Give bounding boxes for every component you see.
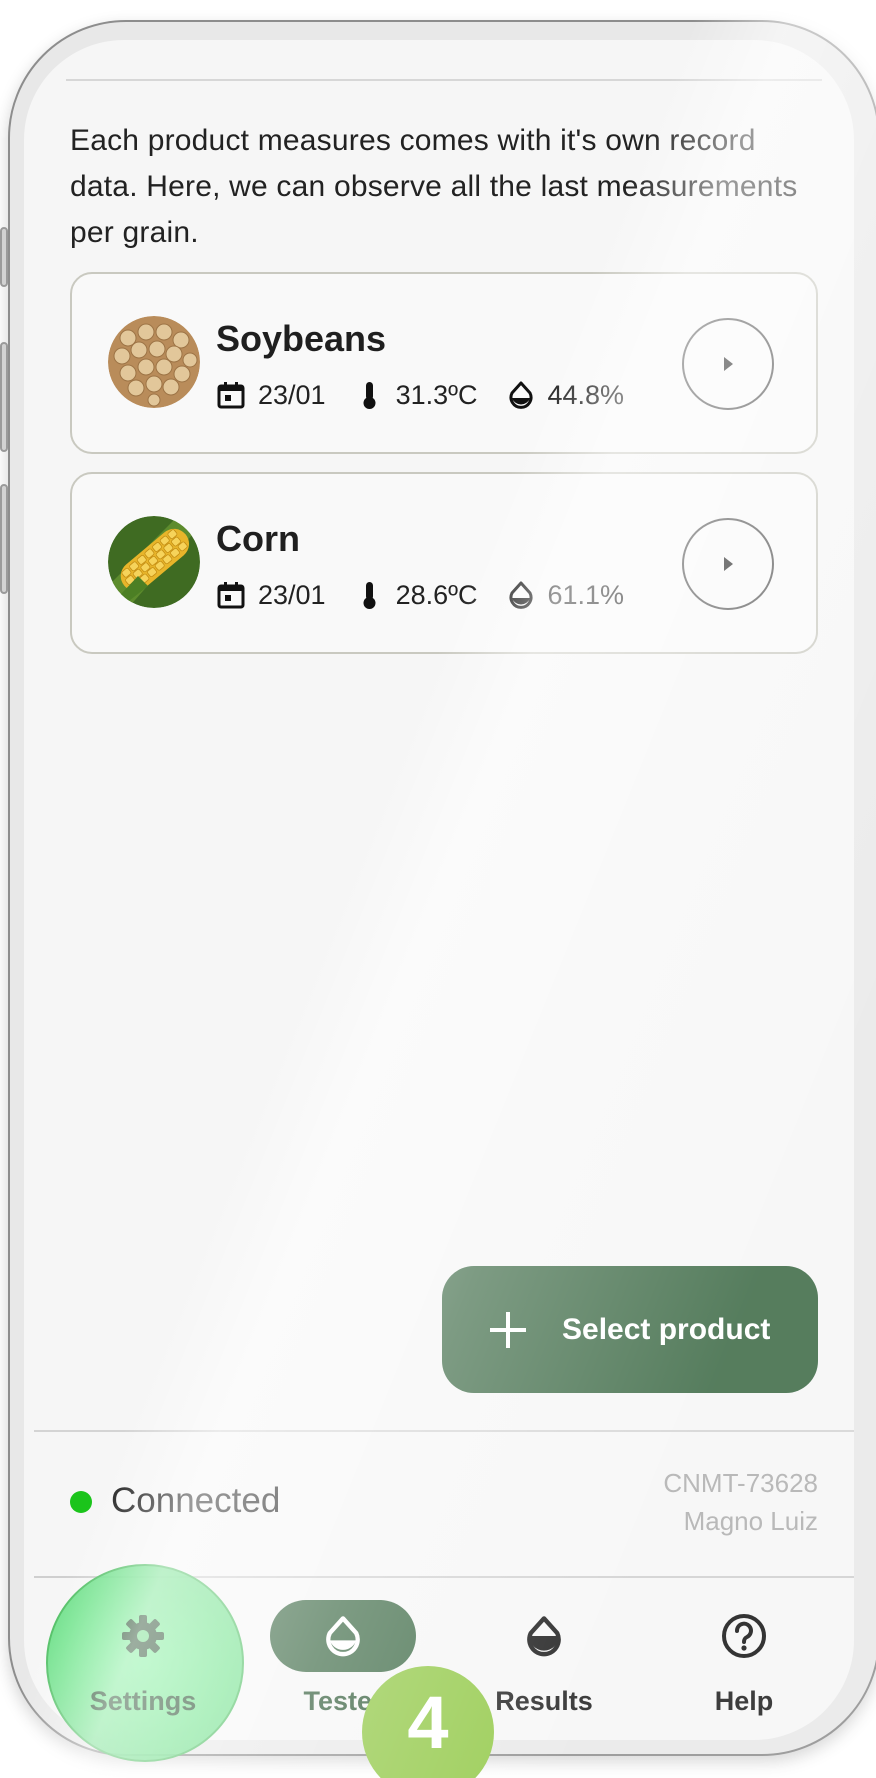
open-product-button[interactable] xyxy=(682,318,774,410)
date-group: 23/01 xyxy=(216,580,326,611)
product-card-soybeans[interactable]: Soybeans 23/01 31.3ºC 44.8% xyxy=(70,272,818,454)
date-group: 23/01 xyxy=(216,380,326,411)
device-id: CNMT-73628 xyxy=(663,1468,818,1498)
screen: Each product measures comes with it's ow… xyxy=(0,0,876,1778)
nav-icon-container xyxy=(671,1600,817,1672)
divider xyxy=(34,1430,854,1432)
thermometer-icon xyxy=(363,582,376,609)
product-name: Corn xyxy=(216,518,300,559)
help-circle-icon xyxy=(722,1614,766,1658)
soybeans-photo xyxy=(108,316,200,408)
drop-icon xyxy=(509,581,532,609)
drop-filled-icon xyxy=(527,1616,561,1657)
drop-icon xyxy=(509,381,532,409)
product-meta: 23/01 28.6ºC 61.1% xyxy=(216,578,652,612)
play-arrow-icon xyxy=(724,357,733,371)
moisture-text: 44.8% xyxy=(547,379,625,410)
calendar-icon xyxy=(217,382,245,409)
moisture-group: 61.1% xyxy=(506,579,625,611)
side-button xyxy=(0,342,8,452)
connection-status-text: Connected xyxy=(111,1481,281,1520)
select-product-label: Select product xyxy=(562,1312,771,1346)
date-text: 23/01 xyxy=(258,579,326,610)
side-button xyxy=(0,227,8,287)
nav-help[interactable]: Help xyxy=(654,1600,834,1740)
open-product-button[interactable] xyxy=(682,518,774,610)
nav-settings[interactable]: Settings xyxy=(53,1600,233,1740)
connection-status-dot xyxy=(70,1491,92,1513)
tutorial-step-number: 4 xyxy=(407,1681,449,1764)
product-card-corn[interactable]: Corn 23/01 28.6ºC 61.1% xyxy=(70,472,818,654)
product-name: Soybeans xyxy=(216,318,387,359)
temperature-text: 28.6ºC xyxy=(395,579,478,610)
thermometer-icon xyxy=(363,382,376,409)
temperature-group: 28.6ºC xyxy=(354,580,478,611)
nav-icon-container xyxy=(70,1600,216,1672)
play-arrow-icon xyxy=(724,557,733,571)
intro-text: Each product measures comes with it's ow… xyxy=(70,124,798,249)
calendar-icon xyxy=(217,582,245,609)
date-text: 23/01 xyxy=(258,379,326,410)
moisture-group: 44.8% xyxy=(506,379,625,411)
temperature-text: 31.3ºC xyxy=(395,379,478,410)
select-product-button[interactable]: Select product xyxy=(442,1266,818,1393)
divider xyxy=(66,79,822,81)
nav-icon-container xyxy=(270,1600,416,1672)
user-name: Magno Luiz xyxy=(683,1506,818,1536)
plus-icon xyxy=(490,1311,526,1348)
moisture-text: 61.1% xyxy=(547,579,625,610)
nav-label: Help xyxy=(714,1686,774,1716)
drop-icon xyxy=(326,1616,360,1657)
product-meta: 23/01 31.3ºC 44.8% xyxy=(216,378,652,412)
gear-icon xyxy=(122,1615,164,1657)
nav-label: Settings xyxy=(89,1686,197,1716)
side-button xyxy=(0,484,8,594)
corn-photo xyxy=(108,516,200,608)
nav-label: Results xyxy=(495,1686,593,1716)
temperature-group: 31.3ºC xyxy=(354,380,478,411)
nav-icon-container xyxy=(471,1600,617,1672)
